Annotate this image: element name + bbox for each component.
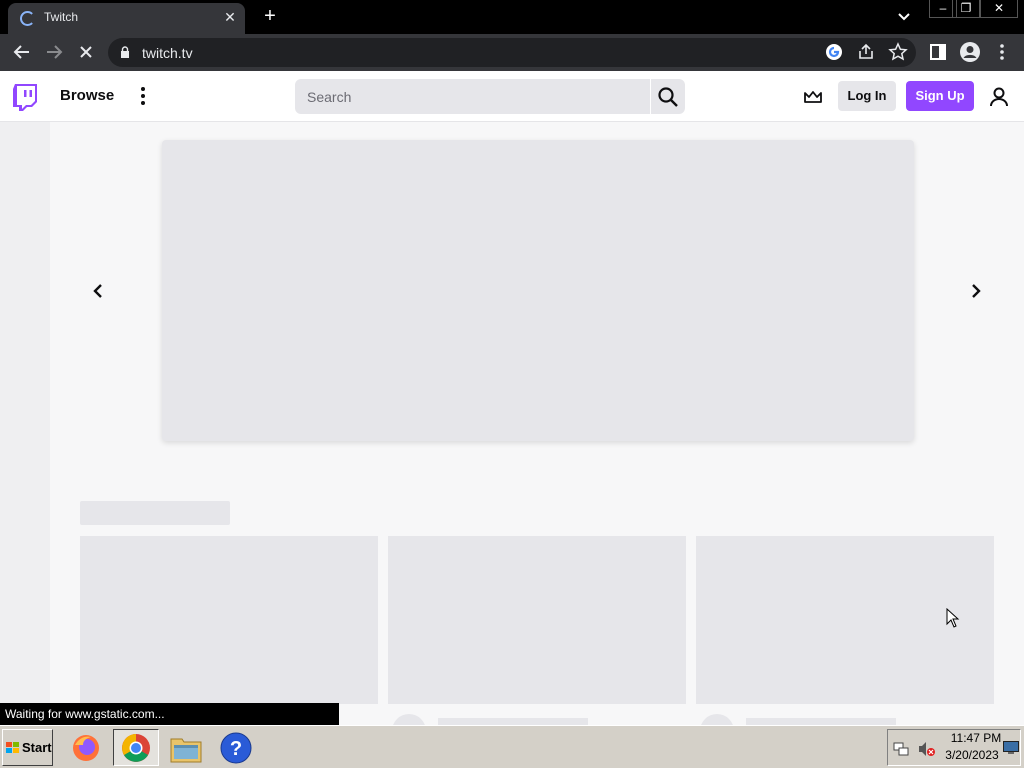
tab-title: Twitch [44,10,79,24]
windows-flag-icon [6,742,19,753]
help-icon: ? [220,732,252,764]
tab-search-chevron-icon[interactable] [895,8,913,26]
more-options-icon[interactable] [136,85,150,107]
clock-date[interactable]: 3/20/2023 [942,748,1002,762]
side-nav-skeleton [0,122,50,724]
taskbar-firefox-button[interactable] [63,729,109,766]
lock-icon[interactable] [120,46,130,58]
search-input[interactable]: Search [295,79,650,114]
stream-card-skeleton[interactable] [80,536,378,704]
browser-toolbar: twitch.tv [0,34,1024,71]
firefox-icon [73,735,99,761]
volume-muted-icon[interactable] [917,741,935,757]
loading-spinner-icon [20,11,35,26]
search-icon [658,87,678,107]
signup-button[interactable]: Sign Up [906,81,974,111]
start-button[interactable]: Start [2,729,53,766]
restore-button[interactable]: ❐ [952,0,980,18]
close-window-button[interactable]: ✕ [980,0,1018,18]
network-icon[interactable] [893,741,909,757]
carousel-next-icon[interactable] [966,281,986,301]
url-text[interactable]: twitch.tv [142,45,193,61]
clock-time[interactable]: 11:47 PM [946,731,1006,745]
stream-card-skeleton[interactable] [388,536,686,704]
search-placeholder: Search [307,89,352,105]
search-button[interactable] [651,79,685,114]
taskbar-chrome-button[interactable] [113,729,159,766]
section-title-skeleton [80,501,230,525]
browser-tab[interactable]: Twitch ✕ [8,3,245,34]
featured-carousel-skeleton[interactable] [162,140,914,441]
back-arrow-icon[interactable] [12,42,32,62]
loading-status-bubble: Waiting for www.gstatic.com... [0,703,339,725]
side-panel-icon[interactable] [928,42,948,62]
share-icon[interactable] [856,42,876,62]
svg-text:?: ? [230,738,242,760]
taskbar-explorer-button[interactable] [163,729,209,766]
chrome-menu-icon[interactable] [992,42,1012,62]
carousel-prev-icon[interactable] [88,281,108,301]
twitch-logo-icon[interactable] [12,83,38,111]
google-icon[interactable] [824,42,844,62]
tab-close-icon[interactable]: ✕ [221,8,239,26]
address-bar[interactable]: twitch.tv [108,38,916,67]
browse-link[interactable]: Browse [60,87,114,104]
bookmark-star-icon[interactable] [888,42,908,62]
profile-avatar-icon[interactable] [959,41,981,63]
browser-titlebar: Twitch ✕ + – ❐ ✕ [0,0,1024,34]
stop-loading-icon[interactable] [76,42,96,62]
new-tab-button[interactable]: + [259,5,281,27]
twitch-top-nav: Browse Search Log In Sign Up [0,71,1024,122]
start-label: Start [22,740,52,755]
prime-crown-icon[interactable] [803,87,823,107]
taskbar: Start ? [0,725,1024,768]
user-icon[interactable] [988,86,1010,108]
file-explorer-icon [170,738,202,763]
taskbar-help-button[interactable]: ? [213,729,259,766]
chrome-icon [122,734,150,762]
forward-arrow-icon[interactable] [44,42,64,62]
mouse-cursor-icon [946,608,960,628]
login-button[interactable]: Log In [838,81,896,111]
